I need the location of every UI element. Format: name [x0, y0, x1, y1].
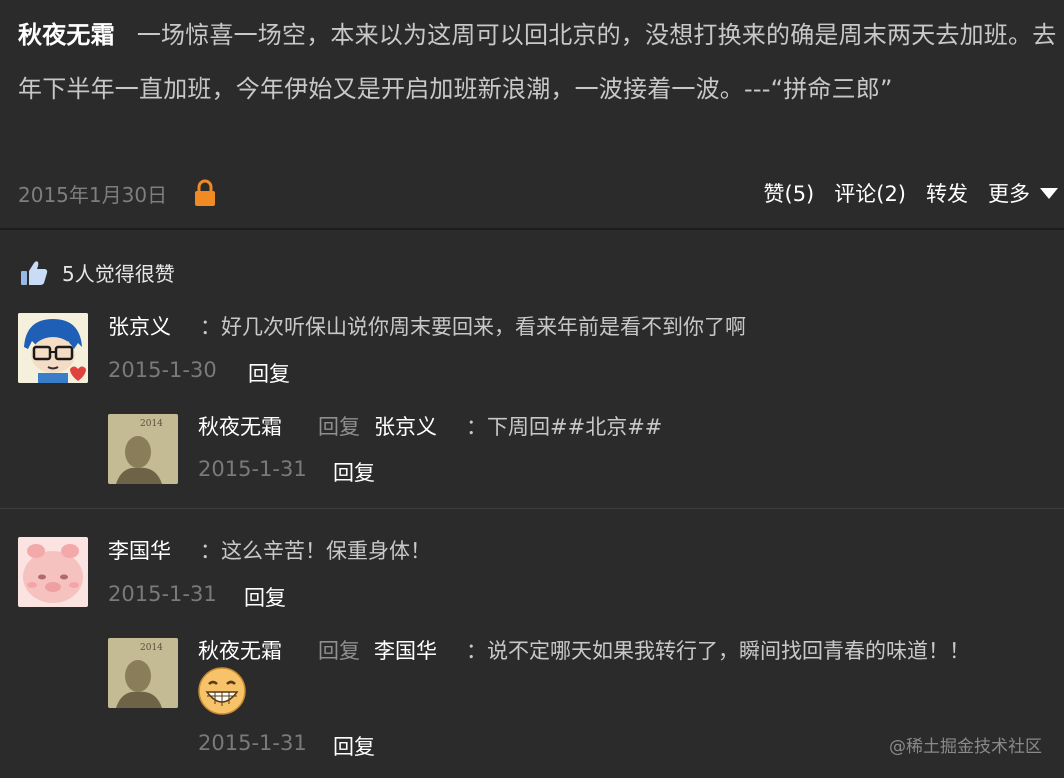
comment-text: ：这么辛苦！保重身体！: [200, 539, 431, 563]
reply-word: 回复: [318, 415, 360, 439]
comment-date: 2015-1-31: [108, 582, 217, 606]
lock-icon: [193, 179, 217, 207]
post-divider: [0, 228, 1064, 230]
post-text: 一场惊喜一场空，本来以为这周可以回北京的，没想打换来的确是周末两天去加班。去年下…: [18, 21, 1057, 103]
reply-button[interactable]: 回复: [244, 582, 286, 612]
comment-date: 2015-1-30: [108, 358, 217, 382]
post-date: 2015年1月30日: [18, 182, 168, 207]
watermark: @稀土掘金技术社区: [889, 737, 1042, 757]
avatar[interactable]: 2014: [108, 638, 178, 708]
reply-word: 回复: [318, 639, 360, 663]
reply-target[interactable]: 张京义: [374, 411, 437, 441]
reply-text: ：说不定哪天如果我转行了，瞬间找回青春的味道！！: [466, 639, 970, 663]
share-button[interactable]: 转发: [926, 178, 968, 208]
comment-separator: [0, 508, 1064, 509]
avatar[interactable]: 2014: [108, 414, 178, 484]
more-button[interactable]: 更多: [988, 178, 1058, 208]
more-label: 更多: [988, 182, 1030, 206]
reply-text: ：下周回##北京##: [466, 415, 663, 439]
reply-author[interactable]: 秋夜无霜: [198, 635, 282, 665]
svg-text:2014: 2014: [140, 419, 163, 429]
avatar[interactable]: [18, 537, 88, 607]
comment-author[interactable]: 张京义: [108, 311, 171, 341]
reply-button[interactable]: 回复: [333, 731, 375, 761]
comment-button[interactable]: 评论(2): [834, 178, 906, 208]
like-button[interactable]: 赞(5): [764, 178, 815, 208]
reply-author[interactable]: 秋夜无霜: [198, 411, 282, 441]
likes-summary[interactable]: 5人觉得很赞: [20, 258, 175, 287]
comment-author[interactable]: 李国华: [108, 535, 171, 565]
post-body: 秋夜无霜 一场惊喜一场空，本来以为这周可以回北京的，没想打换来的确是周末两天去加班…: [18, 8, 1058, 116]
comment-text: ：好几次听保山说你周末要回来，看来年前是看不到你了啊: [200, 315, 746, 339]
feed-page: 秋夜无霜 一场惊喜一场空，本来以为这周可以回北京的，没想打换来的确是周末两天去加班…: [0, 0, 1064, 778]
avatar[interactable]: [18, 313, 88, 383]
thumbs-up-icon: [21, 260, 48, 285]
likes-text: 5人觉得很赞: [62, 262, 175, 286]
post-meta: 2015年1月30日 赞(5) 评论(2) 转发 更多: [18, 176, 1058, 210]
post-author[interactable]: 秋夜无霜: [18, 21, 115, 49]
reply-target[interactable]: 李国华: [374, 635, 437, 665]
grin-emoji-icon: [198, 667, 246, 715]
reply-date: 2015-1-31: [198, 731, 307, 755]
reply-button[interactable]: 回复: [333, 457, 375, 487]
post-actions: 赞(5) 评论(2) 转发 更多: [764, 178, 1058, 208]
reply-button[interactable]: 回复: [248, 358, 290, 388]
caret-down-icon: [1040, 187, 1058, 199]
reply-date: 2015-1-31: [198, 457, 307, 481]
svg-text:2014: 2014: [140, 643, 163, 653]
